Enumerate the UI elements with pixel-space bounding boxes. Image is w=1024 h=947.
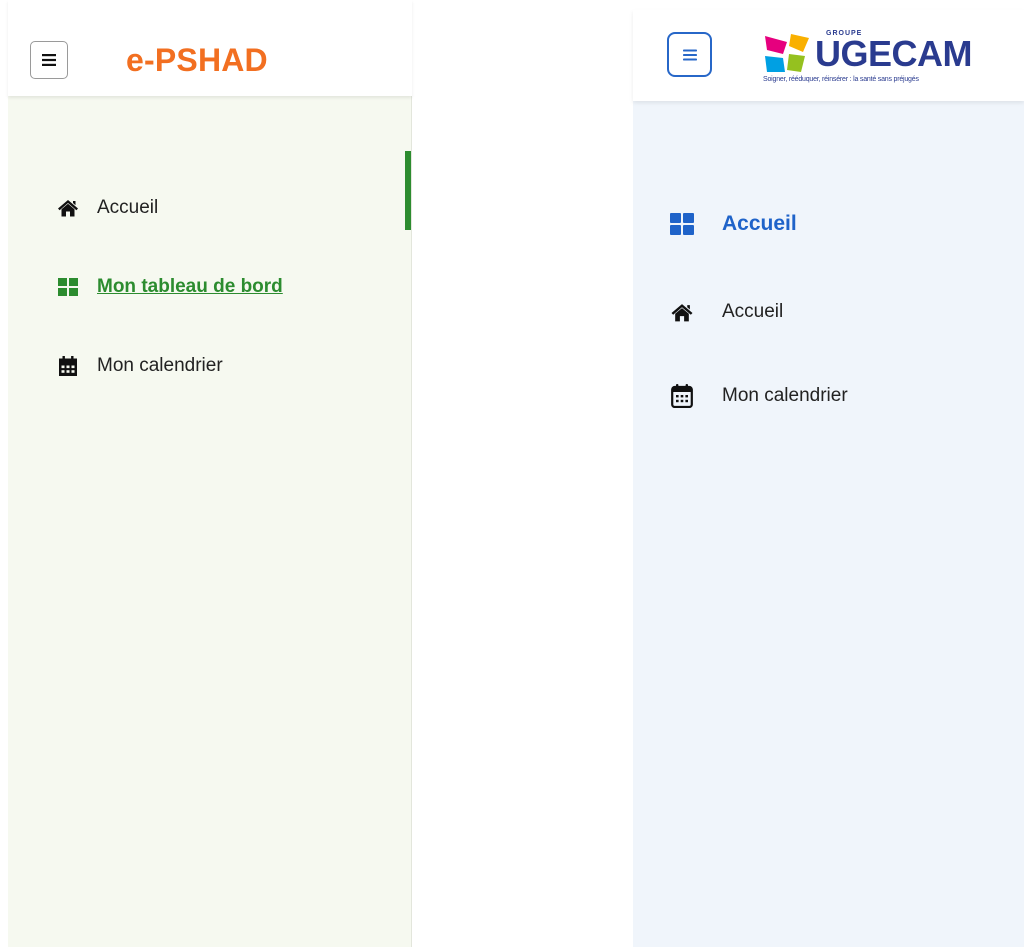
nav-item-label: Accueil xyxy=(722,212,797,235)
epshad-header: e-PSHAD xyxy=(8,0,412,96)
ugecam-panel: GROUPE UGECAM Soigner, rééduquer, réinsé… xyxy=(633,0,1024,947)
nav-item-accueil[interactable]: Accueil xyxy=(56,193,158,223)
home-icon xyxy=(56,196,80,220)
nav-item-calendrier[interactable]: Mon calendrier xyxy=(56,351,223,381)
nav-item-accueil-active[interactable]: Accueil xyxy=(669,209,797,239)
hamburger-icon xyxy=(682,49,697,60)
menu-toggle-button[interactable] xyxy=(667,32,712,77)
nav-item-label: Mon calendrier xyxy=(722,385,848,406)
dashboard-grid-icon xyxy=(669,211,695,237)
menu-toggle-button[interactable] xyxy=(30,41,68,79)
screen: e-PSHAD Accueil Mon tableau de bord Mon … xyxy=(0,0,1024,947)
logo-tagline-text: Soigner, rééduquer, réinsérer : la santé… xyxy=(763,76,919,83)
brand-logo: e-PSHAD xyxy=(126,42,268,78)
calendar-icon xyxy=(56,354,80,378)
active-indicator xyxy=(405,151,411,230)
hamburger-icon xyxy=(42,54,56,66)
epshad-sidebar xyxy=(8,96,412,947)
ugecam-header: GROUPE UGECAM Soigner, rééduquer, réinsé… xyxy=(633,10,1024,101)
logo-name-text: UGECAM xyxy=(815,33,973,74)
nav-item-label: Mon calendrier xyxy=(97,355,223,376)
nav-item-dashboard[interactable]: Mon tableau de bord xyxy=(56,272,283,302)
nav-item-calendrier[interactable]: Mon calendrier xyxy=(669,381,848,411)
ugecam-logo: GROUPE UGECAM Soigner, rééduquer, réinsé… xyxy=(763,28,973,88)
nav-item-label: Accueil xyxy=(722,301,784,322)
dashboard-grid-icon xyxy=(56,275,80,299)
nav-item-label: Mon tableau de bord xyxy=(97,276,283,297)
ugecam-emblem-icon xyxy=(765,34,809,72)
nav-item-accueil[interactable]: Accueil xyxy=(669,297,783,327)
calendar-outline-icon xyxy=(669,383,695,409)
epshad-panel: e-PSHAD Accueil Mon tableau de bord Mon … xyxy=(8,0,412,947)
home-icon xyxy=(669,299,695,325)
nav-item-label: Accueil xyxy=(97,197,159,218)
